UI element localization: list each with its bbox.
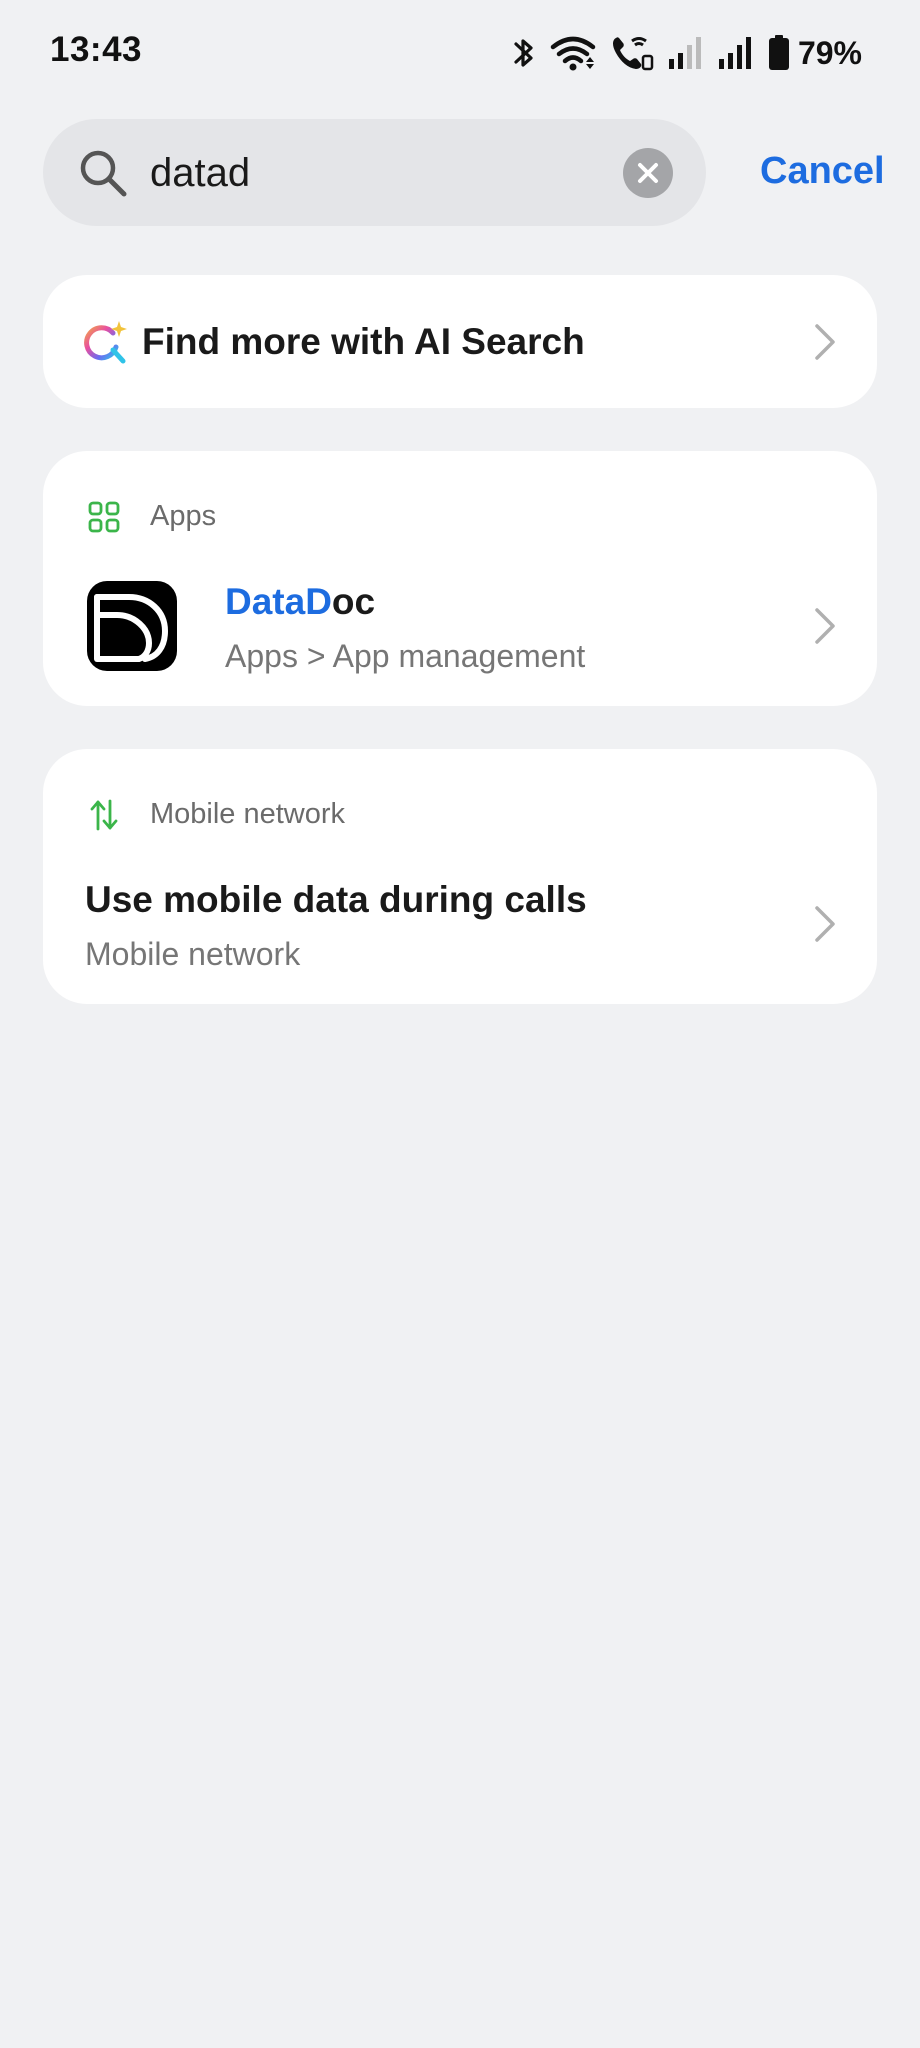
chevron-right-icon — [815, 608, 835, 644]
ai-search-card[interactable]: Find more with AI Search — [43, 275, 877, 408]
ai-search-label: Find more with AI Search — [142, 321, 585, 362]
cancel-button[interactable]: Cancel — [760, 150, 885, 193]
datadoc-app-icon — [87, 581, 177, 671]
title-rest: oc — [331, 581, 376, 622]
data-transfer-arrows-icon — [90, 799, 118, 831]
bluetooth-icon — [514, 39, 533, 67]
search-icon — [80, 150, 127, 197]
apps-section-header: Apps — [150, 500, 217, 532]
status-time: 13:43 — [50, 30, 143, 69]
datadoc-title: DataDoc — [225, 581, 375, 623]
mobile-network-section-card: Mobile network Use mobile data during ca… — [43, 749, 877, 1004]
apps-grid-icon — [88, 501, 120, 533]
datadoc-subtitle: Apps > App management — [225, 638, 586, 674]
apps-section-card: Apps DataDoc Apps > App management — [43, 451, 877, 706]
mobile-network-section-header: Mobile network — [150, 798, 346, 830]
mobile-data-calls-subtitle: Mobile network — [85, 936, 301, 972]
close-icon — [638, 163, 658, 183]
search-box[interactable]: datad — [43, 119, 706, 226]
battery-icon — [768, 35, 789, 70]
chevron-right-icon — [815, 906, 835, 942]
chevron-right-icon — [815, 324, 835, 360]
wifi-icon — [550, 36, 596, 71]
mobile-data-calls-title: Use mobile data during calls — [85, 879, 587, 920]
ai-search-icon — [84, 321, 127, 364]
wifi-calling-icon — [612, 37, 654, 71]
signal-strong-icon — [718, 37, 751, 69]
search-input[interactable]: datad — [150, 149, 250, 197]
clear-search-button[interactable] — [623, 148, 673, 198]
status-icons: 79% — [512, 32, 862, 74]
battery-percent: 79% — [797, 34, 862, 71]
signal-weak-icon — [668, 37, 701, 69]
status-bar: 13:43 79% — [0, 0, 920, 108]
search-match-highlight: DataD — [225, 581, 332, 622]
